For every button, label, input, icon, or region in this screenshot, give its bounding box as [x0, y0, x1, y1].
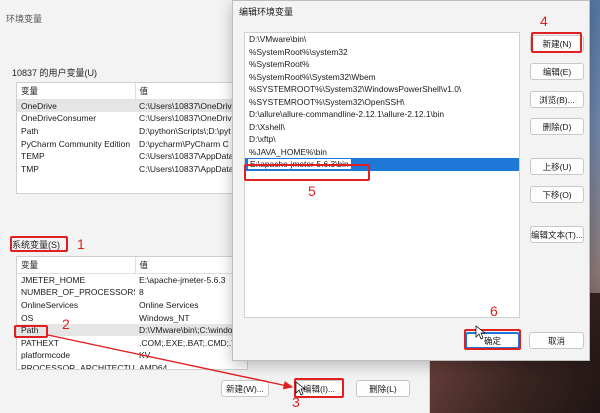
cell: C:\Users\10837\AppData: [139, 151, 234, 162]
cell: JMETER_HOME: [21, 275, 86, 286]
table-row[interactable]: platformcode KV: [17, 349, 247, 362]
annotation-number-3: 3: [292, 394, 300, 410]
dialog-title: 编辑环境变量: [239, 7, 294, 17]
path-list[interactable]: D:\VMware\bin\ %SystemRoot%\system32 %Sy…: [244, 32, 520, 318]
cell: OS: [21, 312, 34, 323]
cell: Online Services: [139, 299, 199, 310]
column-header-value[interactable]: 值: [135, 83, 247, 100]
cell: TMP: [21, 163, 39, 174]
table-row[interactable]: PyCharm Community Edition D:\pycharm\PyCh…: [17, 137, 247, 150]
annotation-number-4: 4: [540, 13, 548, 29]
browse-button[interactable]: 浏览(B)...: [530, 91, 584, 108]
system-new-button[interactable]: 新建(W)...: [221, 380, 269, 397]
cell: Path: [21, 125, 39, 136]
edit-environment-variable-dialog: 编辑环境变量 D:\VMware\bin\ %SystemRoot%\syste…: [232, 0, 590, 361]
user-variables-table[interactable]: 变量 值 OneDrive C:\Users\10837\OneDrive One…: [16, 82, 248, 194]
table-row[interactable]: TEMP C:\Users\10837\AppData: [17, 150, 247, 163]
cell: platformcode: [21, 350, 71, 361]
cell: D:\pycharm\PyCharm C: [139, 138, 229, 149]
column-header-value[interactable]: 值: [135, 257, 247, 274]
cell: NUMBER_OF_PROCESSORS: [21, 287, 135, 298]
path-item[interactable]: %JAVA_HOME%\bin: [245, 146, 519, 159]
cell: C:\Users\10837\OneDrive: [139, 113, 237, 124]
annotation-number-5: 5: [308, 183, 316, 199]
user-variables-label: 10837 的用户变量(U): [12, 68, 98, 78]
path-item[interactable]: D:\xftp\: [245, 133, 519, 146]
path-edit-input[interactable]: E:\apache-jmeter-5.6.3\bin: [247, 158, 352, 170]
cell: OneDriveConsumer: [21, 113, 97, 124]
annotation-number-6: 6: [490, 303, 498, 319]
cell: Path: [17, 323, 135, 337]
table-row[interactable]: JMETER_HOME E:\apache-jmeter-5.6.3: [17, 274, 247, 287]
cancel-button[interactable]: 取消: [529, 332, 584, 349]
annotation-number-2: 2: [62, 316, 70, 332]
path-item[interactable]: %SYSTEMROOT%\System32\OpenSSH\: [245, 96, 519, 109]
cell: D:\python\Scripts\;D:\pyt: [139, 125, 231, 136]
table-row[interactable]: TMP C:\Users\10837\AppData: [17, 162, 247, 175]
path-item[interactable]: %SYSTEMROOT%\System32\WindowsPowerShell\…: [245, 83, 519, 96]
cell: PROCESSOR_ARCHITECTURE: [21, 362, 135, 370]
cell: Windows_NT: [139, 312, 190, 323]
column-header-variable[interactable]: 变量: [17, 83, 136, 100]
table-row[interactable]: OnlineServices Online Services: [17, 299, 247, 312]
cell: C:\Users\10837\AppData: [139, 163, 234, 174]
edit-path-button[interactable]: 编辑(E): [530, 63, 584, 80]
cell: OneDrive: [17, 99, 135, 113]
cell: .COM;.EXE;.BAT;.CMD;.V: [139, 337, 238, 348]
system-variables-table[interactable]: 变量 值 JMETER_HOME E:\apache-jmeter-5.6.3 N…: [16, 256, 248, 370]
cell: D:\VMware\bin\;C:\windo: [135, 323, 247, 337]
table-row[interactable]: PATHEXT .COM;.EXE;.BAT;.CMD;.V: [17, 336, 247, 349]
cell: 8: [139, 287, 144, 298]
cell: TEMP: [21, 151, 45, 162]
table-row[interactable]: Path D:\python\Scripts\;D:\pyt: [17, 125, 247, 138]
path-item[interactable]: D:\VMware\bin\: [245, 33, 519, 46]
cell: C:\Users\10837\OneDrive: [135, 99, 247, 113]
table-row[interactable]: OneDriveConsumer C:\Users\10837\OneDrive: [17, 112, 247, 125]
path-item[interactable]: %SystemRoot%: [245, 58, 519, 71]
delete-path-button[interactable]: 删除(D): [530, 118, 584, 135]
table-row[interactable]: OS Windows_NT: [17, 311, 247, 324]
table-row[interactable]: NUMBER_OF_PROCESSORS 8: [17, 286, 247, 299]
cell: PATHEXT: [21, 337, 59, 348]
path-item[interactable]: D:\Xshell\: [245, 121, 519, 134]
move-up-button[interactable]: 上移(U): [530, 158, 584, 175]
edit-text-button[interactable]: 编辑文本(T)...: [530, 226, 584, 243]
column-header-variable[interactable]: 变量: [17, 257, 136, 274]
cell: KV: [139, 350, 151, 361]
path-item-editing[interactable]: E:\apache-jmeter-5.6.3\bin: [245, 158, 519, 171]
path-item[interactable]: %SystemRoot%\system32: [245, 46, 519, 59]
path-item[interactable]: D:\allure\allure-commandline-2.12.1\allu…: [245, 108, 519, 121]
ok-button[interactable]: 确定: [465, 332, 520, 349]
path-item[interactable]: %SystemRoot%\System32\Wbem: [245, 71, 519, 84]
cell: AMD64: [139, 362, 168, 370]
table-row[interactable]: PROCESSOR_ARCHITECTURE AMD64: [17, 362, 247, 370]
system-edit-button[interactable]: 编辑(I)...: [295, 380, 343, 397]
new-path-button[interactable]: 新建(N): [530, 35, 584, 52]
cell: OnlineServices: [21, 299, 79, 310]
move-down-button[interactable]: 下移(O): [530, 186, 584, 203]
table-row[interactable]: OneDrive C:\Users\10837\OneDrive: [17, 99, 247, 113]
system-delete-button[interactable]: 删除(L): [356, 380, 410, 397]
annotation-number-1: 1: [77, 236, 85, 252]
table-row-path[interactable]: Path D:\VMware\bin\;C:\windo: [17, 323, 247, 337]
cell: PyCharm Community Edition: [21, 138, 131, 149]
cell: E:\apache-jmeter-5.6.3: [139, 275, 226, 286]
system-variables-label: 系统变量(S): [12, 240, 60, 250]
